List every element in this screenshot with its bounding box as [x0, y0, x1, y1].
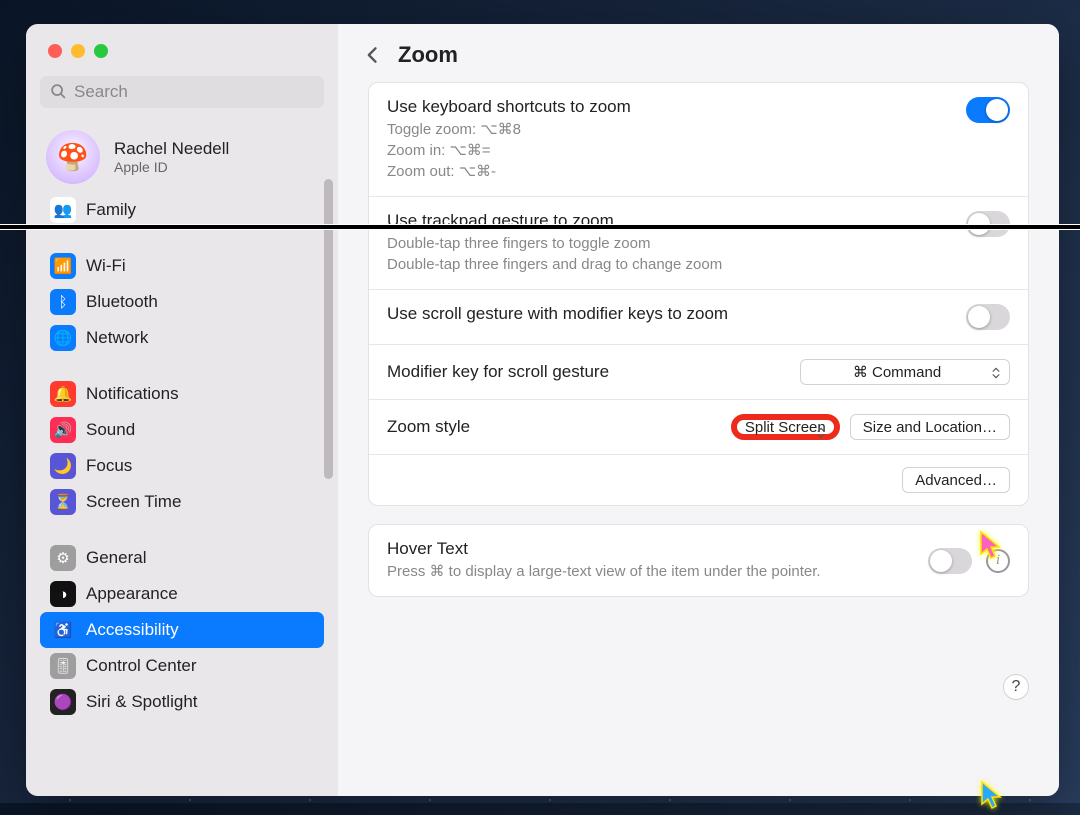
- appearance-icon: ◑: [50, 581, 76, 607]
- trackpad-gesture-desc: Double-tap three fingers to toggle zoom …: [387, 233, 952, 275]
- sidebar-item-accessibility[interactable]: ♿ Accessibility: [40, 612, 324, 648]
- chevron-up-down-icon: [814, 425, 828, 441]
- sidebar-item-label: Appearance: [86, 584, 178, 604]
- bluetooth-icon: ᛒ: [50, 289, 76, 315]
- close-window-button[interactable]: [48, 44, 62, 58]
- hover-text-desc: Press ⌘ to display a large-text view of …: [387, 561, 914, 582]
- sound-icon: 🔊: [50, 417, 76, 443]
- chevron-up-down-icon: [989, 365, 1003, 381]
- modifier-key-select[interactable]: ⌘ Command: [800, 359, 1010, 385]
- sidebar-item-notifications[interactable]: 🔔 Notifications: [40, 376, 324, 412]
- screen-time-icon: ⏳: [50, 489, 76, 515]
- back-button[interactable]: [362, 44, 384, 66]
- sidebar-item-label: Sound: [86, 420, 135, 440]
- network-icon: 🌐: [50, 325, 76, 351]
- sidebar-item-wi-fi[interactable]: 📶 Wi-Fi: [40, 248, 324, 284]
- content-pane: Zoom Use keyboard shortcuts to zoom Togg…: [338, 24, 1059, 796]
- keyboard-shortcuts-title: Use keyboard shortcuts to zoom: [387, 97, 952, 117]
- hover-text-panel: Hover Text Press ⌘ to display a large-te…: [368, 524, 1029, 597]
- sidebar-item-appearance[interactable]: ◑ Appearance: [40, 576, 324, 612]
- sidebar-nav: 👥 Family 📶 Wi-Fi ᛒ Bluetooth 🌐 Network 🔔 Notifica…: [26, 192, 338, 796]
- settings-window: 🍄 Rachel Needell Apple ID 👥 Family 📶 Wi-Fi ᛒ…: [26, 24, 1059, 796]
- search-icon: [50, 83, 67, 100]
- modifier-key-title: Modifier key for scroll gesture: [387, 362, 609, 382]
- account-name: Rachel Needell: [114, 139, 229, 159]
- avatar: 🍄: [46, 130, 100, 184]
- keyboard-shortcuts-toggle[interactable]: [966, 97, 1010, 123]
- sidebar-item-label: General: [86, 548, 146, 568]
- zoom-style-title: Zoom style: [387, 417, 470, 437]
- siri-spotlight-icon: 🟣: [50, 689, 76, 715]
- sidebar-item-label: Family: [86, 200, 136, 220]
- sidebar-item-general[interactable]: ⚙ General: [40, 540, 324, 576]
- family-icon: 👥: [50, 197, 76, 223]
- minimize-window-button[interactable]: [71, 44, 85, 58]
- sidebar: 🍄 Rachel Needell Apple ID 👥 Family 📶 Wi-Fi ᛒ…: [26, 24, 338, 796]
- scroll-gesture-toggle[interactable]: [966, 304, 1010, 330]
- sidebar-item-label: Wi-Fi: [86, 256, 126, 276]
- account-sub: Apple ID: [114, 159, 229, 175]
- scroll-gesture-title: Use scroll gesture with modifier keys to…: [387, 304, 728, 324]
- sidebar-item-label: Siri & Spotlight: [86, 692, 198, 712]
- advanced-button[interactable]: Advanced…: [902, 467, 1010, 493]
- control-center-icon: 🎚: [50, 653, 76, 679]
- accessibility-icon: ♿: [50, 617, 76, 643]
- general-icon: ⚙: [50, 545, 76, 571]
- window-controls: [26, 24, 338, 58]
- wi-fi-icon: 📶: [50, 253, 76, 279]
- sidebar-item-label: Notifications: [86, 384, 179, 404]
- sidebar-item-family[interactable]: 👥 Family: [40, 192, 324, 228]
- sidebar-item-label: Control Center: [86, 656, 197, 676]
- notifications-icon: 🔔: [50, 381, 76, 407]
- sidebar-item-label: Bluetooth: [86, 292, 158, 312]
- sidebar-item-bluetooth[interactable]: ᛒ Bluetooth: [40, 284, 324, 320]
- size-location-button[interactable]: Size and Location…: [850, 414, 1010, 440]
- focus-icon: 🌙: [50, 453, 76, 479]
- video-scrub-bar: [0, 224, 1080, 230]
- sidebar-item-label: Screen Time: [86, 492, 181, 512]
- page-title: Zoom: [398, 42, 458, 68]
- help-button[interactable]: ?: [1003, 674, 1029, 700]
- fullscreen-window-button[interactable]: [94, 44, 108, 58]
- sidebar-item-siri-spotlight[interactable]: 🟣 Siri & Spotlight: [40, 684, 324, 720]
- sidebar-item-screen-time[interactable]: ⏳ Screen Time: [40, 484, 324, 520]
- sidebar-item-sound[interactable]: 🔊 Sound: [40, 412, 324, 448]
- zoom-style-select[interactable]: Split Screen: [731, 414, 840, 440]
- hover-text-toggle[interactable]: [928, 548, 972, 574]
- sidebar-item-label: Focus: [86, 456, 132, 476]
- sidebar-item-label: Accessibility: [86, 620, 179, 640]
- sidebar-item-network[interactable]: 🌐 Network: [40, 320, 324, 356]
- info-icon[interactable]: i: [986, 549, 1010, 573]
- sidebar-item-control-center[interactable]: 🎚 Control Center: [40, 648, 324, 684]
- sidebar-item-label: Network: [86, 328, 148, 348]
- apple-id-account[interactable]: 🍄 Rachel Needell Apple ID: [26, 118, 338, 192]
- search-input[interactable]: [40, 76, 324, 108]
- zoom-options-panel: Use keyboard shortcuts to zoom Toggle zo…: [368, 82, 1029, 506]
- sidebar-item-focus[interactable]: 🌙 Focus: [40, 448, 324, 484]
- hover-text-title: Hover Text: [387, 539, 914, 559]
- keyboard-shortcuts-desc: Toggle zoom: ⌥⌘8 Zoom in: ⌥⌘= Zoom out: …: [387, 119, 952, 182]
